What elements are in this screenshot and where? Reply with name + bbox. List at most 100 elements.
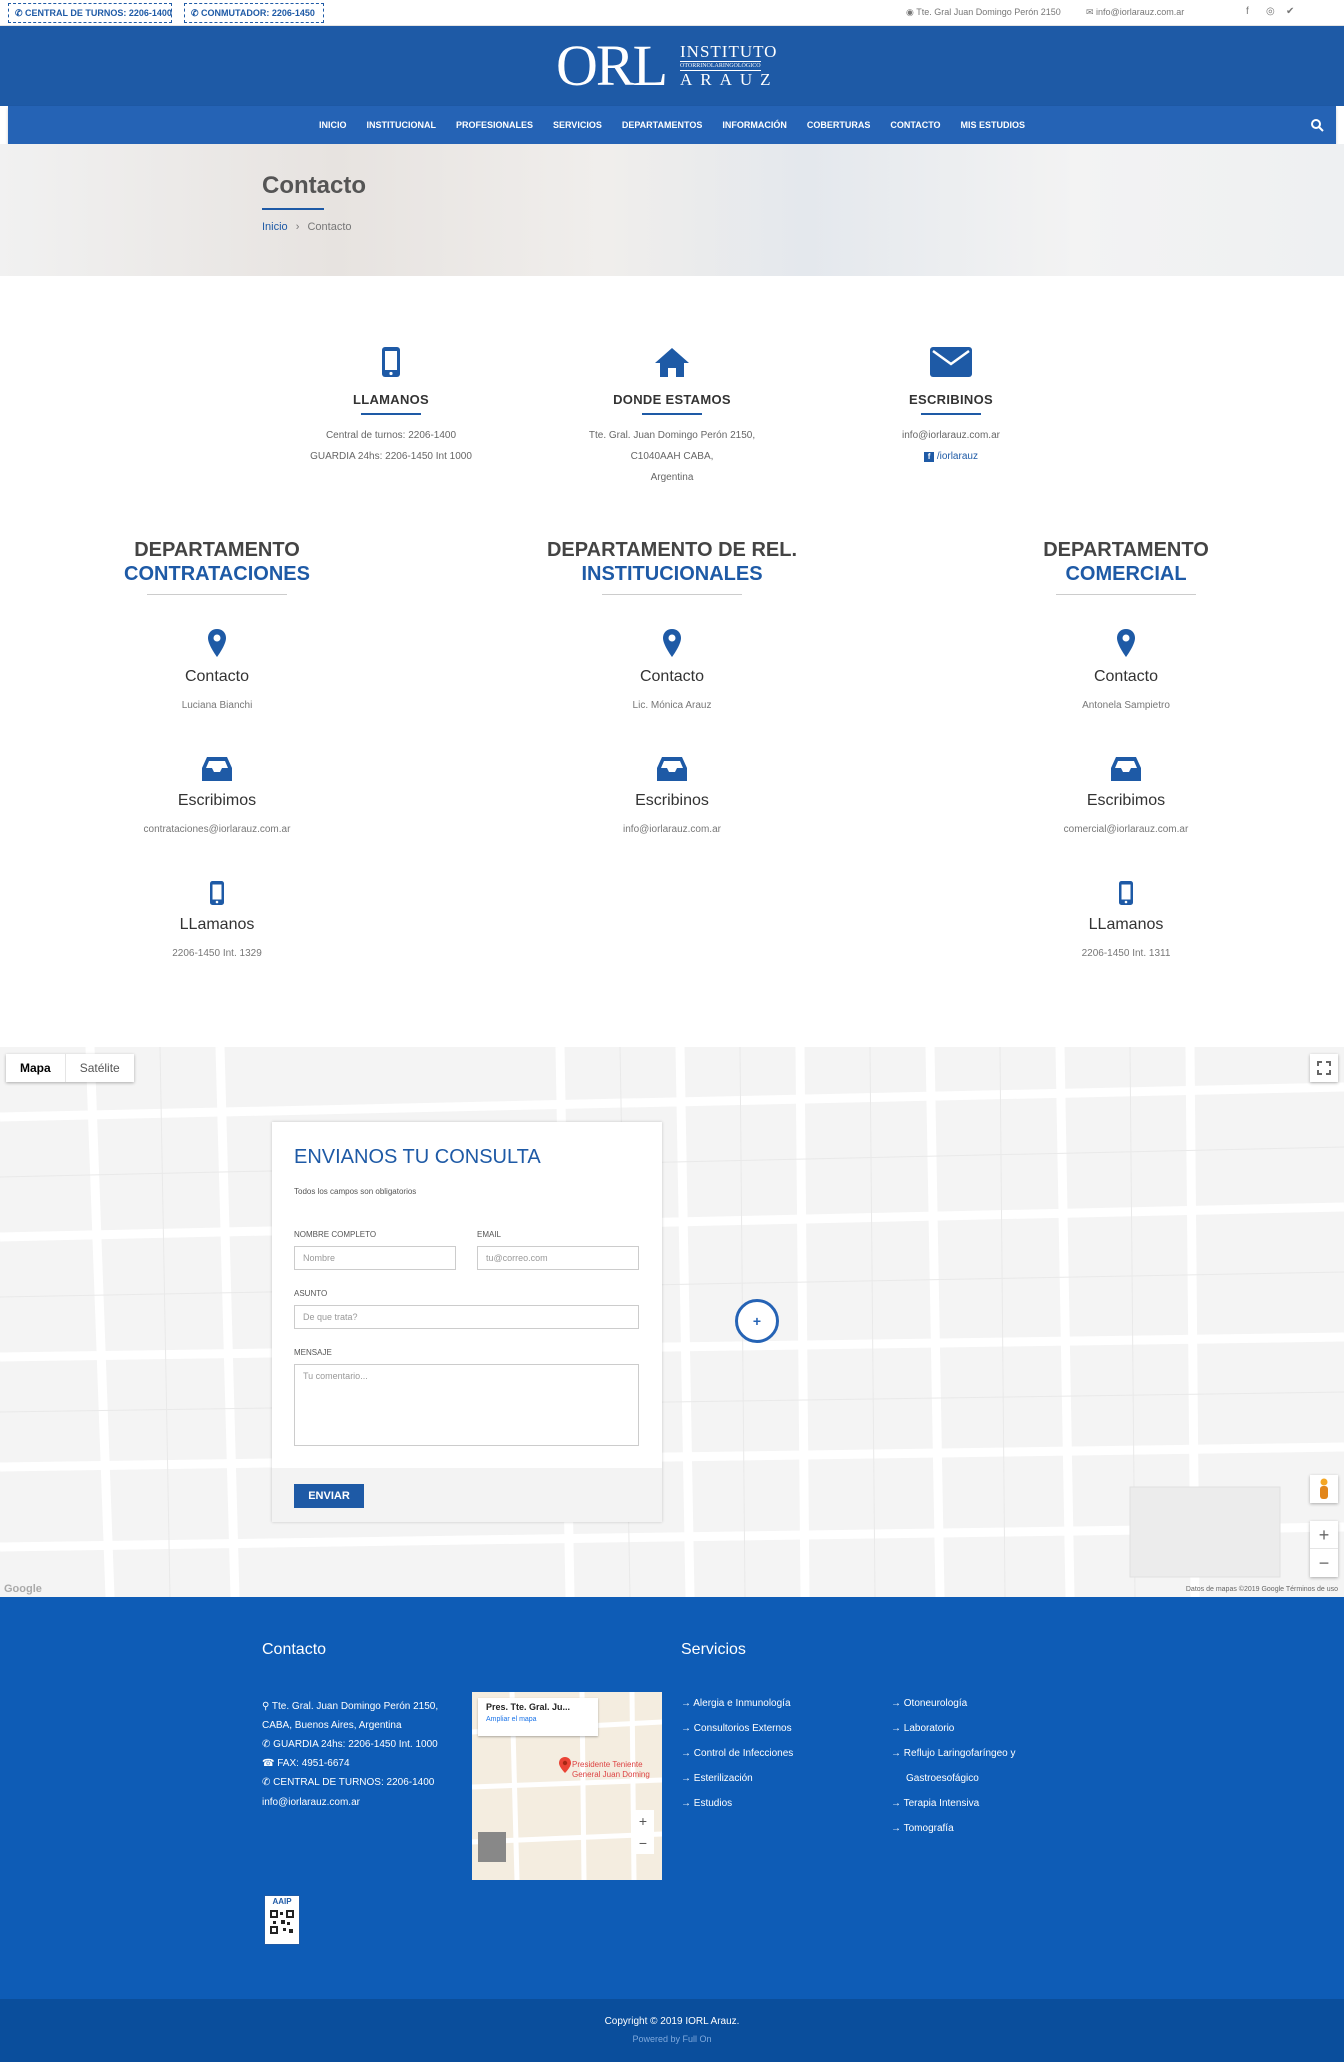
search-icon[interactable] (1310, 118, 1324, 132)
service-link[interactable]: → Otoneurología (891, 1691, 1016, 1716)
logo-line3: ARAUZ (680, 70, 779, 89)
nav-mis-estudios[interactable]: MIS ESTUDIOS (951, 106, 1036, 144)
name-input[interactable]: Nombre (294, 1246, 456, 1270)
email-input[interactable]: tu@correo.com (477, 1246, 639, 1270)
service-link[interactable]: → Laboratorio (891, 1716, 1016, 1741)
facebook-icon[interactable]: f (1246, 6, 1249, 17)
powered-by-link[interactable]: Powered by Full On (0, 2034, 1344, 2044)
service-link[interactable]: → Esterilización (681, 1766, 793, 1791)
facebook-link[interactable]: f /iorlarauz (831, 451, 1071, 462)
service-link[interactable]: → Reflujo Laringofaríngeo y (891, 1741, 1016, 1766)
mini-map-infobox: Pres. Tte. Gral. Ju... Ampliar el mapa (478, 1698, 598, 1736)
enlarge-map-link[interactable]: Ampliar el mapa (486, 1716, 590, 1723)
email-label: EMAIL (477, 1230, 502, 1239)
conmutador-phone-link[interactable]: ✆ CONMUTADOR: 2206-1450 (184, 3, 324, 23)
card-text: Argentina (650, 472, 694, 483)
map-pin-icon (208, 629, 226, 657)
service-link[interactable]: → Alergia e Inmunología (681, 1691, 793, 1716)
footer-address-line2: CABA, Buenos Aires, Argentina (262, 1720, 402, 1731)
nav-coberturas[interactable]: COBERTURAS (797, 106, 881, 144)
dept-institucionales-heading: DEPARTAMENTO DE REL. INSTITUCIONALES (522, 538, 822, 595)
footer-email[interactable]: info@iorlarauz.com.ar (262, 1797, 360, 1808)
nav-inicio[interactable]: INICIO (309, 106, 357, 144)
nav-informacion[interactable]: INFORMACIÓN (712, 106, 797, 144)
map-tab-map[interactable]: Mapa (6, 1054, 65, 1082)
service-link[interactable]: → Tomografía (891, 1816, 1016, 1841)
service-link[interactable]: → Consultorios Externos (681, 1716, 793, 1741)
service-link[interactable]: → Control de Infecciones (681, 1741, 793, 1766)
message-textarea[interactable]: Tu comentario... (294, 1364, 639, 1446)
arrow-right-icon: → (681, 1773, 694, 1784)
dept-item-label: Escribimos (177, 792, 257, 809)
dept-item-value: 2206-1450 Int. 1311 (1081, 948, 1171, 959)
submit-button[interactable]: ENVIAR (294, 1484, 364, 1508)
main-nav: INICIO INSTITUCIONAL PROFESIONALES SERVI… (8, 106, 1336, 144)
service-link[interactable]: → Terapia Intensiva (891, 1791, 1016, 1816)
breadcrumb-current: Contacto (307, 221, 352, 233)
map-pin-icon (1117, 629, 1135, 657)
nav-institucional[interactable]: INSTITUCIONAL (356, 106, 446, 144)
dept-item-value[interactable]: comercial@iorlarauz.com.ar (976, 824, 1276, 835)
services-list-1: → Alergia e Inmunología → Consultorios E… (681, 1691, 793, 1816)
mini-zoom-out[interactable]: − (632, 1832, 654, 1854)
google-map[interactable]: Mapa Satélite + + − Google Datos de mapa… (0, 1047, 1344, 1597)
nav-servicios[interactable]: SERVICIOS (543, 106, 612, 144)
fullscreen-icon[interactable] (1310, 1054, 1338, 1082)
dept-subtitle: CONTRATACIONES (124, 563, 310, 585)
street-view-pegman-icon[interactable] (1310, 1475, 1338, 1503)
dept-item-value[interactable]: contrataciones@iorlarauz.com.ar (67, 824, 367, 835)
mini-zoom-in[interactable]: + (632, 1810, 654, 1832)
nav-departamentos[interactable]: DEPARTAMENTOS (612, 106, 713, 144)
service-link-continuation[interactable]: Gastroesofágico (891, 1766, 1016, 1791)
arrow-right-icon: → (681, 1723, 694, 1734)
subject-input[interactable]: De que trata? (294, 1305, 639, 1329)
arrow-right-icon: → (891, 1698, 904, 1709)
mail-icon: ✉ (1086, 7, 1097, 17)
logo-orl: ORL (556, 33, 668, 98)
zoom-out-button[interactable]: − (1310, 1549, 1338, 1577)
copyright-text: Copyright © 2019 IORL Arauz. (604, 2016, 740, 2027)
zoom-in-button[interactable]: + (1310, 1521, 1338, 1549)
map-location-marker[interactable]: + (735, 1299, 779, 1343)
dept-item-value: Antonela Sampietro (1082, 700, 1170, 711)
dept-subtitle: COMERCIAL (1065, 563, 1187, 585)
topbar-email[interactable]: ✉ info@iorlarauz.com.ar (1086, 7, 1184, 18)
dept-contact: Contacto Luciana Bianchi (67, 626, 367, 711)
service-link[interactable]: → Estudios (681, 1791, 793, 1816)
subject-label: ASUNTO (294, 1289, 328, 1298)
arrow-right-icon: → (891, 1748, 904, 1759)
map-pin-icon (663, 629, 681, 657)
card-email[interactable]: info@iorlarauz.com.ar (831, 425, 1071, 446)
nav-profesionales[interactable]: PROFESIONALES (446, 106, 543, 144)
logo[interactable]: ORL INSTITUTO OTORRINOLARINGOLÓGICO ARAU… (556, 36, 786, 96)
breadcrumb-home[interactable]: Inicio (262, 221, 288, 233)
title-underline (262, 208, 324, 210)
dept-item-label: Contacto (184, 668, 250, 685)
map-tab-satellite[interactable]: Satélite (64, 1054, 134, 1082)
footer-contact-info: ⚲ Tte. Gral. Juan Domingo Perón 2150, CA… (262, 1701, 439, 1788)
card-text: GUARDIA 24hs: 2206-1450 Int 1000 (310, 451, 472, 462)
dept-item-label: Contacto (639, 668, 705, 685)
page-title-section: Contacto Inicio › Contacto (0, 144, 1344, 276)
dept-item-label: Escribimos (1086, 792, 1166, 809)
map-credits[interactable]: Datos de mapas ©2019 Google Términos de … (1186, 1586, 1338, 1593)
card-text: Central de turnos: 2206-1400 (325, 430, 457, 441)
dept-item-value[interactable]: info@iorlarauz.com.ar (522, 824, 822, 835)
dept-contact: Contacto Lic. Mónica Arauz (522, 626, 822, 711)
arrow-right-icon: → (891, 1823, 904, 1834)
phone-icon: ✆ (262, 1739, 274, 1750)
aaip-qr-badge[interactable]: AAIP (264, 1895, 300, 1945)
dept-comercial-heading: DEPARTAMENTO COMERCIAL (976, 538, 1276, 595)
arrow-right-icon: → (681, 1698, 694, 1709)
inbox-icon (657, 757, 687, 781)
instagram-icon[interactable]: ◎ (1266, 6, 1275, 17)
twitter-icon[interactable]: ✔ (1286, 6, 1294, 17)
nav-contacto[interactable]: CONTACTO (880, 106, 950, 144)
turnos-phone-link[interactable]: ✆ CENTRAL DE TURNOS: 2206-1400 (8, 3, 172, 23)
arrow-right-icon: → (891, 1798, 904, 1809)
envelope-icon (930, 347, 972, 377)
footer-mini-map[interactable]: Pres. Tte. Gral. Ju... Ampliar el mapa P… (472, 1692, 662, 1880)
globe-icon: ◉ (906, 7, 917, 17)
dept-item-value: Luciana Bianchi (181, 700, 253, 711)
card-donde-estamos: DONDE ESTAMOS Tte. Gral. Juan Domingo Pe… (552, 338, 792, 488)
